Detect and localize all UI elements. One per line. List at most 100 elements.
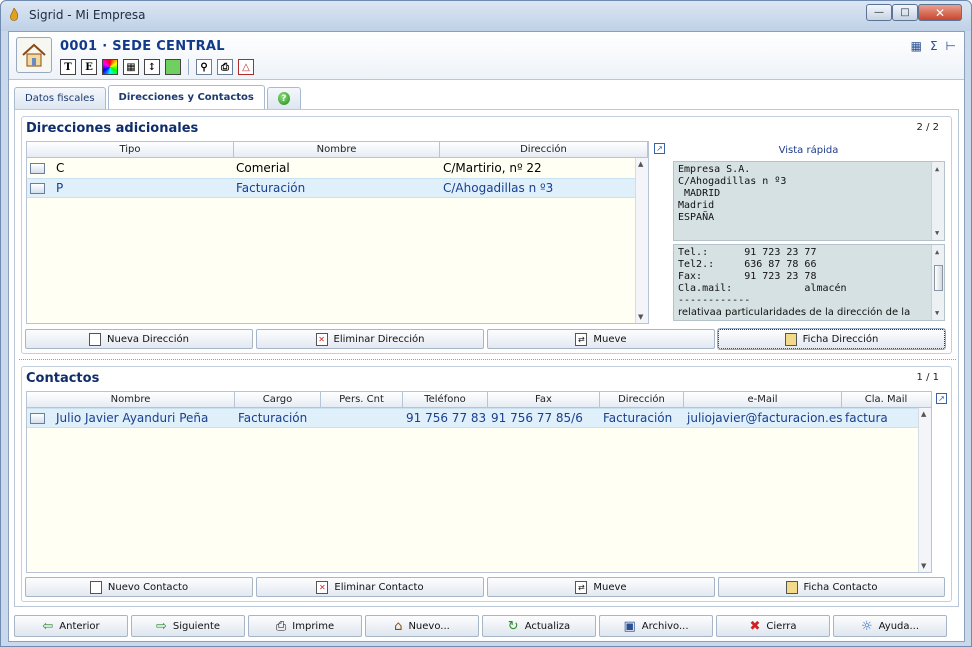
table-row-selected[interactable]: Julio Javier Ayanduri Peña Facturación 9… — [27, 408, 931, 428]
quick-address-lines: Empresa S.A. C/Ahogadillas n º3 MADRID Mad… — [678, 164, 787, 223]
table-header: Tipo Nombre Dirección — [27, 142, 648, 158]
quick-contact-scrollbar[interactable]: ▲ ▼ — [931, 245, 944, 320]
tab-direcciones-contactos[interactable]: Direcciones y Contactos — [107, 85, 265, 109]
app-window: Sigrid - Mi Empresa — □ ✕ 0001 · SEDE CE… — [0, 0, 972, 647]
refresh-icon: ↻ — [507, 618, 519, 634]
scroll-up-arrow-icon[interactable]: ▲ — [638, 160, 643, 168]
cell-tipo: C — [56, 161, 65, 175]
scroll-thumb[interactable] — [934, 265, 943, 291]
imprime-button[interactable]: ⎙ Imprime — [248, 615, 362, 637]
new-document-icon — [89, 580, 102, 594]
ayuda-button[interactable]: ☼ Ayuda... — [833, 615, 947, 637]
scroll-down-arrow-icon[interactable]: ▼ — [921, 562, 926, 570]
text-e-icon[interactable]: E — [81, 59, 97, 75]
column-header[interactable]: Pers. Cnt — [321, 392, 403, 407]
anterior-button[interactable]: ⇦ Anterior — [14, 615, 128, 637]
quick-view-address: Empresa S.A. C/Ahogadillas n º3 MADRID Mad… — [673, 161, 945, 241]
contact-card-icon — [30, 412, 45, 424]
scroll-down-arrow-icon[interactable]: ▼ — [935, 309, 939, 317]
siguiente-button[interactable]: ⇨ Siguiente — [131, 615, 245, 637]
house-icon — [16, 37, 52, 73]
actualiza-button[interactable]: ↻ Actualiza — [482, 615, 596, 637]
expand-table-icon[interactable]: ↗ — [654, 143, 665, 154]
close-window-button[interactable]: ✕ — [918, 4, 962, 21]
column-header[interactable]: Dirección — [600, 392, 684, 407]
green-doc-icon[interactable] — [165, 59, 181, 75]
quick-address-scrollbar[interactable]: ▲ ▼ — [931, 162, 944, 240]
eliminar-contacto-button[interactable]: ✕ Eliminar Contacto — [256, 577, 484, 597]
table-row-selected[interactable]: P Facturación C/Ahogadillas n º3 — [27, 178, 648, 198]
title-bar[interactable]: Sigrid - Mi Empresa — □ ✕ — [1, 1, 971, 31]
cell-tipo: P — [56, 181, 64, 195]
column-header[interactable]: Cargo — [235, 392, 321, 407]
scroll-up-arrow-icon[interactable]: ▲ — [921, 410, 926, 418]
ficha-contacto-button[interactable]: Ficha Contacto — [718, 577, 945, 597]
calculator-icon[interactable]: ▦ — [911, 39, 922, 53]
app-flame-icon — [10, 8, 19, 21]
column-header[interactable]: Fax — [488, 392, 600, 407]
pattern-icon[interactable]: ▦ — [123, 59, 139, 75]
cell-direccion: C/Martirio, nº 22 — [443, 161, 542, 175]
pdf-icon[interactable]: △ — [238, 59, 254, 75]
tab-strip: Datos fiscales Direcciones y Contactos ? — [14, 85, 303, 109]
card-file-icon — [784, 332, 797, 346]
font-size-icon[interactable]: ↕ — [144, 59, 160, 75]
tab-body: Direcciones adicionales 2 / 2 Tipo Nombr… — [14, 109, 959, 607]
delete-document-icon: ✕ — [315, 332, 328, 346]
column-header[interactable]: Dirección — [440, 142, 648, 157]
cierra-button[interactable]: ✖ Cierra — [716, 615, 830, 637]
nuevo-contacto-button[interactable]: Nuevo Contacto — [25, 577, 253, 597]
scroll-down-arrow-icon[interactable]: ▼ — [638, 313, 643, 321]
delete-document-icon: ✕ — [316, 580, 329, 594]
column-header[interactable]: Nombre — [234, 142, 440, 157]
maximize-button[interactable]: □ — [892, 4, 918, 21]
column-header[interactable]: Teléfono — [403, 392, 488, 407]
column-header[interactable]: Nombre — [27, 392, 235, 407]
expand-table-icon[interactable]: ↗ — [936, 393, 947, 404]
tab-datos-fiscales[interactable]: Datos fiscales — [14, 87, 106, 109]
bottom-button-bar: ⇦ Anterior ⇨ Siguiente ⎙ Imprime ⌂ Nuevo... … — [14, 615, 959, 637]
mueve-direccion-button[interactable]: ⇄ Mueve — [487, 329, 715, 349]
scroll-down-arrow-icon[interactable]: ▼ — [935, 229, 939, 237]
text-t-icon[interactable]: T — [60, 59, 76, 75]
print-icon[interactable]: ⎙ — [217, 59, 233, 75]
record-header: 0001 · SEDE CENTRAL T E ▦ ↕ ⚲ ⎙ △ ▦ Σ ⊢ — [9, 32, 964, 80]
preview-icon[interactable]: ⚲ — [196, 59, 212, 75]
minimize-button[interactable]: — — [866, 4, 892, 21]
new-document-icon — [89, 332, 102, 346]
sigma-icon[interactable]: Σ — [930, 39, 938, 53]
column-header[interactable]: e-Mail — [684, 392, 842, 407]
archivo-button[interactable]: ▣ Archivo... — [599, 615, 713, 637]
table-scrollbar[interactable]: ▲ ▼ — [635, 158, 648, 323]
color-wheel-icon[interactable] — [102, 59, 118, 75]
arrow-left-icon: ⇦ — [42, 618, 54, 634]
cell-cla-mail: factura — [845, 411, 888, 425]
save-disk-icon: ▣ — [623, 618, 636, 634]
table-scrollbar[interactable]: ▲ ▼ — [918, 408, 931, 572]
client-area: 0001 · SEDE CENTRAL T E ▦ ↕ ⚲ ⎙ △ ▦ Σ ⊢ … — [8, 31, 965, 642]
nuevo-button[interactable]: ⌂ Nuevo... — [365, 615, 479, 637]
column-header[interactable]: Tipo — [27, 142, 234, 157]
scroll-up-arrow-icon[interactable]: ▲ — [935, 248, 939, 256]
table-row[interactable]: C Comerial C/Martirio, nº 22 — [27, 158, 648, 178]
move-icon: ⇄ — [575, 332, 588, 346]
ficha-direccion-button[interactable]: Ficha Dirección — [717, 328, 946, 350]
contactos-section: Contactos 1 / 1 Nombre Cargo Pers. Cnt T… — [21, 366, 952, 602]
column-header[interactable]: Cla. Mail — [842, 392, 930, 407]
mueve-contacto-button[interactable]: ⇄ Mueve — [487, 577, 715, 597]
scroll-up-arrow-icon[interactable]: ▲ — [935, 165, 939, 173]
move-icon: ⇄ — [575, 580, 588, 594]
header-right-tools: ▦ Σ ⊢ — [911, 39, 956, 53]
quick-contact-lines: Tel.: 91 723 23 77 Tel2.: 636 87 78 66 Fax… — [678, 247, 911, 318]
record-title: 0001 · SEDE CENTRAL — [60, 39, 225, 54]
nueva-direccion-button[interactable]: Nueva Dirección — [25, 329, 253, 349]
contactos-title: Contactos — [26, 371, 100, 386]
cell-fax: 91 756 77 85/6 — [491, 411, 583, 425]
toolbar-separator — [188, 59, 189, 75]
cell-direccion: Facturación — [603, 411, 673, 425]
eliminar-direccion-button[interactable]: ✕ Eliminar Dirección — [256, 329, 484, 349]
cell-nombre: Facturación — [236, 181, 306, 195]
pin-icon[interactable]: ⊢ — [946, 39, 956, 53]
contactos-table: Nombre Cargo Pers. Cnt Teléfono Fax Dire… — [26, 391, 932, 573]
tab-help[interactable]: ? — [266, 87, 301, 109]
